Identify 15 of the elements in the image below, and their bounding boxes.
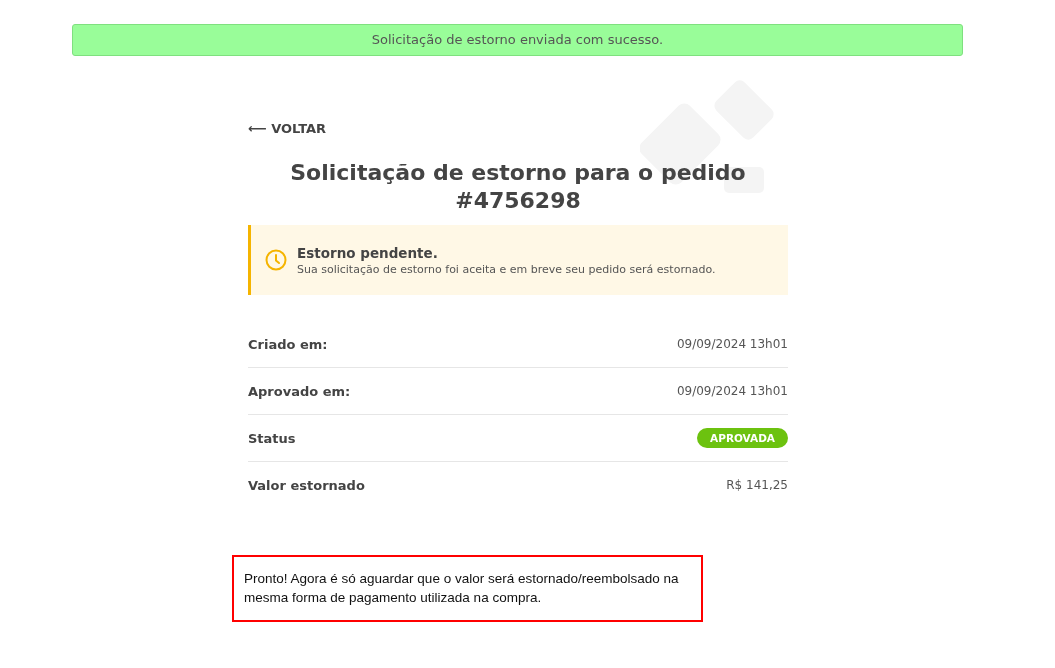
detail-label: Valor estornado [248,477,365,493]
clock-icon [265,249,287,271]
status-badge: APROVADA [697,428,788,448]
detail-label: Criado em: [248,336,328,352]
alert-message: Sua solicitação de estorno foi aceita e em breve seu pedido será estornado. [297,262,716,276]
back-link[interactable]: ⟵ VOLTAR [248,121,327,136]
detail-label: Status [248,430,296,446]
info-note: Pronto! Agora é só aguardar que o valor será estornado/reembolsado na mesma forma de pagamento utilizada na compra. [232,555,703,622]
alert-title: Estorno pendente. [297,244,439,261]
success-banner: Solicitação de estorno enviada com sucesso. [72,24,963,56]
detail-value: 09/09/2024 13h01 [676,337,788,351]
detail-value: 09/09/2024 13h01 [676,384,788,398]
detail-label: Aprovado em: [248,383,351,399]
detail-value: R$ 141,25 [726,478,788,492]
page-title: Solicitação de estorno para o pedido #4756298 [289,159,747,215]
